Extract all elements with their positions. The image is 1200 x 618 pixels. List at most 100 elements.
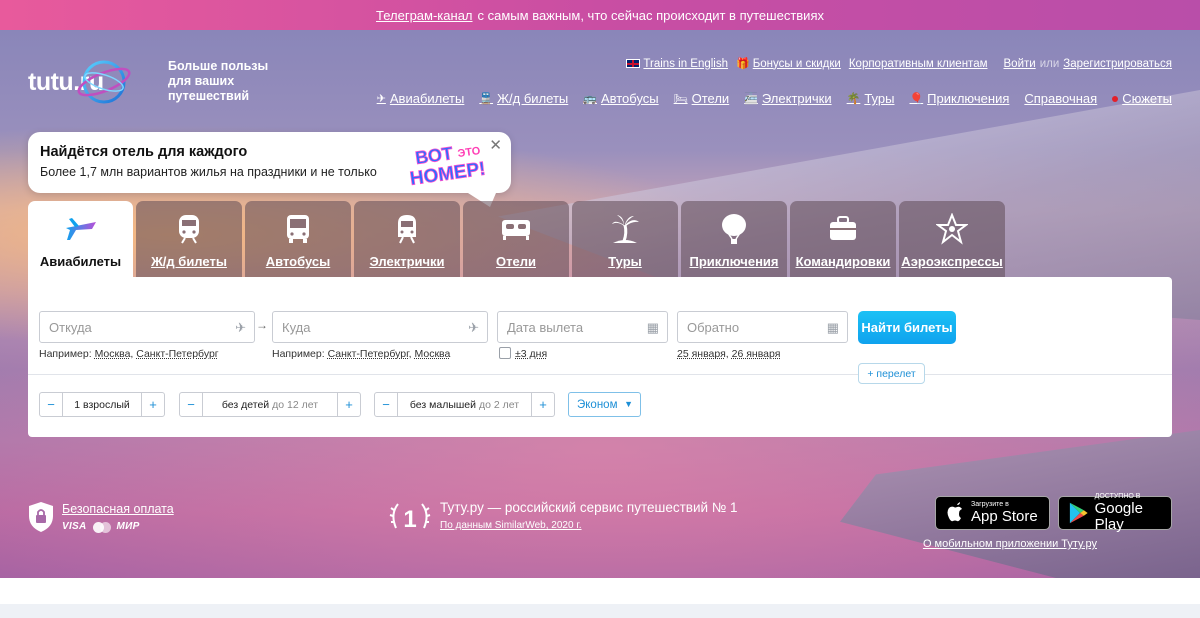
rating-badge: 1 Туту.ру — российский сервис путешестви… <box>388 500 738 534</box>
nav-item-adventures[interactable]: 🎈 Приключения <box>909 91 1009 106</box>
arrow-right-icon: → <box>256 318 268 332</box>
nav-item-suburban[interactable]: 🚈 Электрички <box>744 91 831 106</box>
nav-label: Электрички <box>761 91 832 106</box>
register-link[interactable]: Зарегистрироваться <box>1063 58 1172 70</box>
from-field[interactable]: Откуда ✈ <box>39 311 255 343</box>
plane-icon: ✈ <box>468 320 479 335</box>
children-text: без детей <box>221 398 270 411</box>
nav-label: Авиабилеты <box>389 91 465 106</box>
hint-moscow[interactable]: Москва <box>95 348 131 360</box>
tab-tours[interactable]: Туры <box>572 201 678 277</box>
infants-text: без малышей <box>409 398 477 411</box>
mastercard-icon <box>92 521 111 533</box>
bed-icon <box>499 212 533 246</box>
app-store-big: App Store <box>971 508 1038 525</box>
minus-button[interactable]: − <box>375 393 397 416</box>
nav-item-train[interactable]: 🚆 Ж/д билеты <box>479 91 568 106</box>
depart-date-field[interactable]: Дата вылета ▦ <box>497 311 668 343</box>
nav-item-hotels[interactable]: 🛏 Отели <box>674 91 730 106</box>
tab-label: Автобусы <box>265 254 331 269</box>
trust-row: Безопасная оплата VISA МИР 1 Туту.ру — р… <box>0 493 1200 556</box>
from-placeholder: Откуда <box>49 319 92 335</box>
tab-hotels[interactable]: Отели <box>463 201 569 277</box>
to-field[interactable]: Куда ✈ <box>272 311 488 343</box>
train-icon <box>172 212 206 246</box>
red-dot-icon <box>1112 95 1119 102</box>
hint-spb[interactable]: Санкт-Петербург <box>328 348 409 360</box>
nav-item-stories[interactable]: Сюжеты <box>1112 91 1172 106</box>
payment-logos: VISA МИР <box>62 519 174 535</box>
mobile-app-link[interactable]: О мобильном приложении Туту.ру <box>923 538 1097 550</box>
flex-days-label[interactable]: ±3 дня <box>515 348 547 360</box>
corporate-link[interactable]: Корпоративным клиентам <box>849 58 988 70</box>
google-play-button[interactable]: ДОСТУПНО В Google Play <box>1058 493 1172 533</box>
nav-item-help[interactable]: Справочная <box>1024 91 1097 106</box>
login-link[interactable]: Войти <box>1004 58 1036 70</box>
secure-payment[interactable]: Безопасная оплата VISA МИР <box>28 501 174 535</box>
nav-label: Отели <box>691 91 730 106</box>
bottom-band <box>0 604 1200 618</box>
rating-source-link[interactable]: По данным SimilarWeb, 2020 г. <box>440 520 738 531</box>
divider <box>28 374 1172 375</box>
sticker-line2: ЭТО <box>457 145 482 160</box>
calendar-icon: ▦ <box>826 320 839 335</box>
promo-bar-text: с самым важным, что сейчас происходит в … <box>477 7 824 23</box>
caret-down-icon: ▼ <box>624 399 633 409</box>
nav-item-avia[interactable]: ✈ Авиабилеты <box>377 91 465 106</box>
tab-label: Туры <box>608 254 642 269</box>
secure-payment-text: Безопасная оплата VISA МИР <box>62 501 174 535</box>
bonuses-link[interactable]: Бонусы и скидки <box>753 58 841 70</box>
nav-item-tours[interactable]: 🌴 Туры <box>847 91 895 106</box>
flex-dates-checkbox[interactable] <box>499 347 511 359</box>
return-hint: 25 января, 26 января <box>677 348 780 360</box>
nav-label: Туры <box>864 91 895 106</box>
plus-button[interactable]: + <box>142 393 164 416</box>
search-button[interactable]: Найти билеты <box>858 311 956 344</box>
tab-label: Приключения <box>689 254 779 269</box>
hotel-promo-card[interactable]: Найдётся отель для каждого Более 1,7 млн… <box>28 132 511 207</box>
visa-logo: VISA <box>62 521 87 532</box>
hint-moscow[interactable]: Москва <box>414 348 450 360</box>
adults-value: 1 взрослый <box>62 393 142 416</box>
plane-icon <box>64 212 98 246</box>
children-stepper: − без детей до 12 лет + <box>179 392 361 417</box>
close-icon[interactable]: ✕ <box>489 136 502 154</box>
depart-placeholder: Дата вылета <box>507 319 584 335</box>
plus-button[interactable]: + <box>338 393 360 416</box>
tab-suburban[interactable]: Электрички <box>354 201 460 277</box>
hint-prefix: Например: <box>39 348 92 360</box>
tab-adventures[interactable]: Приключения <box>681 201 787 277</box>
tab-aeroexpress[interactable]: Аэроэкспрессы <box>899 201 1005 277</box>
plus-button[interactable]: + <box>532 393 554 416</box>
shield-lock-icon <box>29 502 53 532</box>
nav-label: Приключения <box>927 91 1010 106</box>
tab-avia[interactable]: Авиабилеты <box>28 201 133 277</box>
nav-item-bus[interactable]: 🚌 Автобусы <box>583 91 658 106</box>
hero: tutu.ru Больше пользы для ваших путешест… <box>0 30 1200 578</box>
google-play-big: Google Play <box>1094 500 1143 533</box>
hint-date-1[interactable]: 25 января <box>677 348 726 360</box>
uk-flag-icon <box>626 59 641 68</box>
tab-bus[interactable]: Автобусы <box>245 201 351 277</box>
app-store-button[interactable]: Загрузите в App Store <box>935 496 1050 530</box>
palm-icon: 🌴 <box>846 93 861 105</box>
cabin-class-select[interactable]: Эконом ▼ <box>568 392 641 417</box>
tab-train[interactable]: Ж/д билеты <box>136 201 242 277</box>
return-date-field[interactable]: Обратно ▦ <box>677 311 848 343</box>
hint-date-2[interactable]: 26 января <box>732 348 781 360</box>
secure-payment-label: Безопасная оплата <box>62 502 174 516</box>
from-hint: Например: Москва, Санкт-Петербург <box>39 348 219 360</box>
bed-icon: 🛏 <box>673 93 688 105</box>
minus-button[interactable]: − <box>40 393 62 416</box>
or-text: или <box>1039 57 1060 70</box>
minus-button[interactable]: − <box>180 393 202 416</box>
tab-business-trips[interactable]: Командировки <box>790 201 896 277</box>
hint-spb[interactable]: Санкт-Петербург <box>136 348 218 360</box>
telegram-channel-link[interactable]: Телеграм-канал <box>376 8 473 23</box>
children-value: без детей до 12 лет <box>202 393 338 416</box>
app-store-text: Загрузите в App Store <box>971 501 1038 525</box>
logo[interactable]: tutu.ru <box>28 56 134 108</box>
trains-in-english-link[interactable]: Trains in English <box>643 58 728 70</box>
add-flight-button[interactable]: + перелет <box>858 363 925 384</box>
main-nav: ✈ Авиабилеты 🚆 Ж/д билеты 🚌 Автобусы 🛏 Отели… <box>362 91 1172 106</box>
